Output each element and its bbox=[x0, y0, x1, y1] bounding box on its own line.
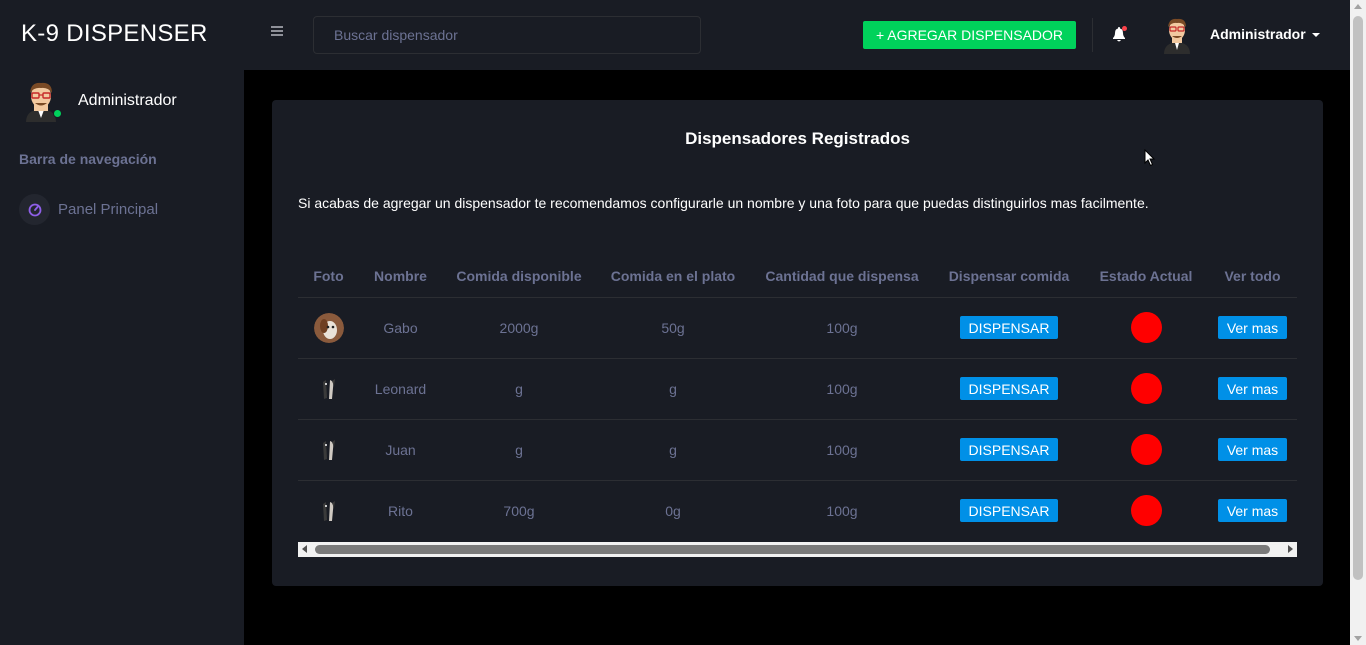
dispense-button[interactable]: DISPENSAR bbox=[959, 438, 1059, 461]
scrollbar-thumb[interactable] bbox=[315, 545, 1270, 554]
status-indicator bbox=[1130, 312, 1162, 343]
view-more-button[interactable]: Ver mas bbox=[1217, 377, 1288, 400]
column-header: Nombre bbox=[359, 255, 442, 298]
topbar: + AGREGAR DISPENSADOR Administrador bbox=[244, 0, 1350, 70]
column-header: Estado Actual bbox=[1084, 255, 1208, 298]
user-menu-dropdown[interactable]: Administrador bbox=[1210, 26, 1320, 42]
food-available: g bbox=[442, 358, 596, 420]
add-dispenser-button[interactable]: + AGREGAR DISPENSADOR bbox=[863, 21, 1076, 49]
sidebar-profile[interactable]: Administrador bbox=[22, 80, 177, 122]
status-indicator bbox=[1130, 495, 1162, 527]
card-description: Si acabas de agregar un dispensador te r… bbox=[298, 195, 1149, 211]
food-plate: 50g bbox=[596, 297, 750, 359]
dispenser-name: Juan bbox=[359, 419, 442, 481]
column-header: Cantidad que dispensa bbox=[750, 255, 934, 298]
view-more-button[interactable]: Ver mas bbox=[1217, 316, 1288, 339]
online-status-dot bbox=[53, 109, 62, 118]
mouse-cursor-icon bbox=[1144, 148, 1156, 167]
table-horizontal-scrollbar[interactable] bbox=[298, 542, 1297, 557]
table-row: Juan g g 100g DISPENSAR Ver mas bbox=[298, 419, 1297, 481]
sidebar: K-9 DISPENSER Administrador Barra de nav… bbox=[0, 0, 244, 645]
food-available: g bbox=[442, 419, 596, 481]
dispense-amount: 100g bbox=[826, 502, 858, 519]
column-header: Dispensar comida bbox=[934, 255, 1084, 298]
food-plate: g bbox=[596, 358, 750, 420]
avatar bbox=[22, 80, 62, 122]
dispense-amount: 100g bbox=[750, 358, 934, 420]
column-header: Ver todo bbox=[1208, 255, 1297, 298]
dispenser-name: Gabo bbox=[359, 297, 442, 359]
nav-heading: Barra de navegación bbox=[19, 151, 157, 167]
dispense-button[interactable]: DISPENSAR bbox=[959, 316, 1059, 339]
dog-photo bbox=[314, 374, 344, 404]
sidebar-item-panel-principal[interactable]: Panel Principal bbox=[19, 194, 158, 225]
page-scrollbar[interactable] bbox=[1350, 0, 1366, 645]
bell-icon[interactable] bbox=[1110, 26, 1127, 44]
dispenser-name: Leonard bbox=[359, 358, 442, 420]
table-header-row: Foto Nombre Comida disponible Comida en … bbox=[298, 255, 1297, 298]
menu-toggle-icon[interactable] bbox=[271, 26, 283, 36]
scroll-right-icon[interactable] bbox=[1288, 545, 1293, 553]
column-header: Foto bbox=[298, 255, 359, 298]
dispense-amount: 100g bbox=[750, 297, 934, 359]
dispensers-table: Foto Nombre Comida disponible Comida en … bbox=[298, 255, 1297, 541]
dispensers-card: Dispensadores Registrados Si acabas de a… bbox=[272, 100, 1323, 586]
table-row: Leonard g g 100g DISPENSAR Ver mas bbox=[298, 358, 1297, 420]
food-plate: 0g bbox=[665, 502, 681, 519]
dispense-button[interactable]: DISPENSAR bbox=[959, 499, 1059, 523]
table-row: Gabo 2000g 50g 100g DISPENSAR Ver mas bbox=[298, 297, 1297, 359]
dispense-button[interactable]: DISPENSAR bbox=[959, 377, 1059, 400]
scroll-down-icon[interactable] bbox=[1354, 636, 1362, 641]
dispenser-name: Rito bbox=[388, 502, 413, 519]
dog-photo bbox=[314, 435, 344, 465]
dog-photo bbox=[314, 496, 344, 526]
food-available: 2000g bbox=[442, 297, 596, 359]
column-header: Comida disponible bbox=[442, 255, 596, 298]
column-header: Comida en el plato bbox=[596, 255, 750, 298]
card-title: Dispensadores Registrados bbox=[685, 129, 910, 148]
scrollbar-thumb[interactable] bbox=[1353, 16, 1363, 580]
user-avatar[interactable] bbox=[1162, 16, 1192, 54]
search-input[interactable] bbox=[313, 16, 701, 54]
scroll-left-icon[interactable] bbox=[302, 545, 307, 553]
view-more-button[interactable]: Ver mas bbox=[1217, 499, 1288, 523]
food-available: 700g bbox=[503, 502, 535, 519]
status-indicator bbox=[1130, 373, 1162, 404]
user-name: Administrador bbox=[1210, 26, 1306, 42]
dog-photo bbox=[313, 312, 344, 343]
dispense-amount: 100g bbox=[750, 419, 934, 481]
food-plate: g bbox=[596, 419, 750, 481]
view-more-button[interactable]: Ver mas bbox=[1217, 438, 1288, 461]
status-indicator bbox=[1130, 434, 1162, 465]
speedometer-icon bbox=[19, 194, 50, 225]
table-row: Rito 700g 0g 100g DISPENSAR Ver mas bbox=[298, 480, 1297, 541]
chevron-down-icon bbox=[1311, 33, 1320, 38]
scroll-up-icon[interactable] bbox=[1354, 4, 1362, 9]
divider bbox=[1092, 18, 1093, 52]
brand-logo[interactable]: K-9 DISPENSER bbox=[21, 20, 208, 48]
sidebar-item-label: Panel Principal bbox=[58, 201, 159, 218]
sidebar-profile-name: Administrador bbox=[78, 92, 177, 109]
